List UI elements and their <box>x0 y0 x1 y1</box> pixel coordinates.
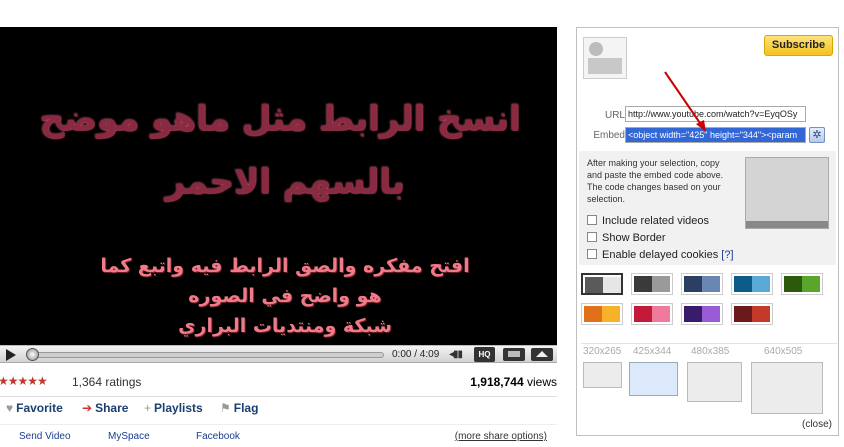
player-size-picker: 320x265 425x344 480x385 640x505 <box>581 343 837 414</box>
player-control-bar: 0:00 / 4:09 ◂▮▮ HQ <box>0 345 557 363</box>
show-border-label: Show Border <box>602 232 666 244</box>
size-label-480x385: 480x385 <box>691 346 730 357</box>
swatch-primary-color <box>684 306 702 322</box>
swatch-primary-color <box>634 276 652 292</box>
send-video-link[interactable]: Send Video <box>19 431 71 442</box>
volume-icon[interactable]: ◂▮▮ <box>449 349 467 361</box>
view-count-suffix: views <box>523 375 557 389</box>
include-related-label: Include related videos <box>602 215 710 227</box>
swatch-secondary-color <box>752 276 770 292</box>
swatch-primary-color <box>634 306 652 322</box>
flag-icon: ⚑ <box>220 401 231 415</box>
share-button[interactable]: ➔ Share <box>82 401 128 415</box>
swatch-primary-color <box>734 306 752 322</box>
embed-help-text: After making your selection, copy and pa… <box>587 158 724 204</box>
embed-code-field[interactable]: <object width="425" height="344"><param <box>625 127 806 143</box>
action-bar: ♥ Favorite ➔ Share + Playlists ⚑ Flag <box>0 396 557 420</box>
delayed-cookies-option[interactable]: Enable delayed cookies [?] <box>587 249 734 261</box>
embed-panel: Subscribe URL http://www.youtube.com/wat… <box>576 27 839 436</box>
favorite-label: Favorite <box>16 401 63 415</box>
player-size-icon[interactable] <box>503 348 525 361</box>
swatch-primary-color <box>734 276 752 292</box>
seek-bar[interactable] <box>30 352 384 358</box>
size-label-640x505: 640x505 <box>764 346 803 357</box>
color-swatch-9[interactable] <box>731 303 773 325</box>
star-rating-icon[interactable]: ★★★★★ <box>0 374 48 388</box>
include-related-videos-option[interactable]: Include related videos <box>587 215 709 227</box>
include-related-checkbox[interactable] <box>587 215 597 225</box>
playlists-button[interactable]: + Playlists <box>144 401 203 415</box>
playlists-label: Playlists <box>154 401 203 415</box>
share-links-row: Send Video MySpace Facebook (more share … <box>0 424 557 444</box>
swatch-secondary-color <box>602 306 620 322</box>
more-share-options-link[interactable]: (more share options) <box>455 431 547 442</box>
color-swatch-6[interactable] <box>581 303 623 325</box>
view-count: 1,918,744 views <box>470 375 557 389</box>
swatch-primary-color <box>585 277 603 293</box>
channel-avatar[interactable] <box>583 37 627 79</box>
close-link[interactable]: (close) <box>802 419 832 430</box>
video-text-line-1: انسخ الرابط مثل ماهو موضح <box>39 99 521 139</box>
size-label-425x344: 425x344 <box>633 346 672 357</box>
swatch-primary-color <box>584 306 602 322</box>
embed-label: Embed <box>593 130 625 141</box>
show-border-checkbox[interactable] <box>587 232 597 242</box>
flag-label: Flag <box>233 401 259 415</box>
video-text-line-3: افتح مفكره والصق الرابط فيه واتبع كما <box>100 255 470 277</box>
swatch-primary-color <box>684 276 702 292</box>
swatch-secondary-color <box>752 306 770 322</box>
share-arrow-icon: ➔ <box>82 401 93 415</box>
myspace-link[interactable]: MySpace <box>108 431 150 442</box>
seek-handle[interactable] <box>26 348 39 361</box>
heart-icon: ♥ <box>6 401 14 415</box>
size-label-320x265: 320x265 <box>583 346 622 357</box>
flag-button[interactable]: ⚑ Flag <box>220 401 258 415</box>
delayed-cookies-help-link[interactable]: [?] <box>721 249 733 261</box>
color-swatch-5[interactable] <box>781 273 823 295</box>
size-preview-425x344 <box>629 362 678 396</box>
swatch-primary-color <box>784 276 802 292</box>
video-text-line-4: هو واضح في الصوره <box>188 285 382 307</box>
plus-icon: + <box>144 401 152 415</box>
color-swatch-2[interactable] <box>631 273 673 295</box>
url-field[interactable]: http://www.youtube.com/watch?v=EyqOSy <box>625 106 806 122</box>
embed-settings-gear-icon[interactable]: ✲ <box>809 127 825 143</box>
video-text-line-5: شبكة ومنتديات البراري <box>178 315 392 337</box>
video-frame[interactable]: انسخ الرابط مثل ماهو موضح بالسهم الاحمر … <box>0 27 557 345</box>
color-swatch-7[interactable] <box>631 303 673 325</box>
show-border-option[interactable]: Show Border <box>587 232 666 244</box>
swatch-secondary-color <box>702 276 720 292</box>
embed-options-box: After making your selection, copy and pa… <box>579 151 836 265</box>
play-icon[interactable] <box>6 349 16 361</box>
swatch-secondary-color <box>702 306 720 322</box>
url-label: URL <box>604 110 625 121</box>
swatch-secondary-color <box>603 277 621 293</box>
video-text-line-2: بالسهم الاحمر <box>165 162 405 202</box>
view-count-number: 1,918,744 <box>470 375 524 389</box>
share-label: Share <box>95 401 129 415</box>
embed-preview-thumbnail <box>745 157 829 229</box>
facebook-link[interactable]: Facebook <box>196 431 240 442</box>
favorite-button[interactable]: ♥ Favorite <box>6 401 63 415</box>
color-swatch-8[interactable] <box>681 303 723 325</box>
size-preview-480x385 <box>687 362 742 402</box>
delayed-cookies-label: Enable delayed cookies <box>602 249 719 261</box>
player-menu-icon[interactable] <box>531 348 553 361</box>
youtube-watch-page: انسخ الرابط مثل ماهو موضح بالسهم الاحمر … <box>0 0 844 447</box>
color-swatch-4[interactable] <box>731 273 773 295</box>
swatch-secondary-color <box>802 276 820 292</box>
hq-button[interactable]: HQ <box>474 347 495 362</box>
delayed-cookies-checkbox[interactable] <box>587 249 597 259</box>
player-color-picker <box>581 273 837 333</box>
swatch-secondary-color <box>652 306 670 322</box>
size-preview-320x265 <box>583 362 622 388</box>
subscribe-button[interactable]: Subscribe <box>764 35 833 56</box>
size-preview-640x505 <box>751 362 823 414</box>
color-swatch-1[interactable] <box>581 273 623 295</box>
color-swatch-3[interactable] <box>681 273 723 295</box>
ratings-count: 1,364 ratings <box>72 375 142 389</box>
swatch-secondary-color <box>652 276 670 292</box>
rating-row: ★★★★★ 1,364 ratings 1,918,744 views <box>0 372 557 392</box>
time-display: 0:00 / 4:09 <box>392 349 440 360</box>
